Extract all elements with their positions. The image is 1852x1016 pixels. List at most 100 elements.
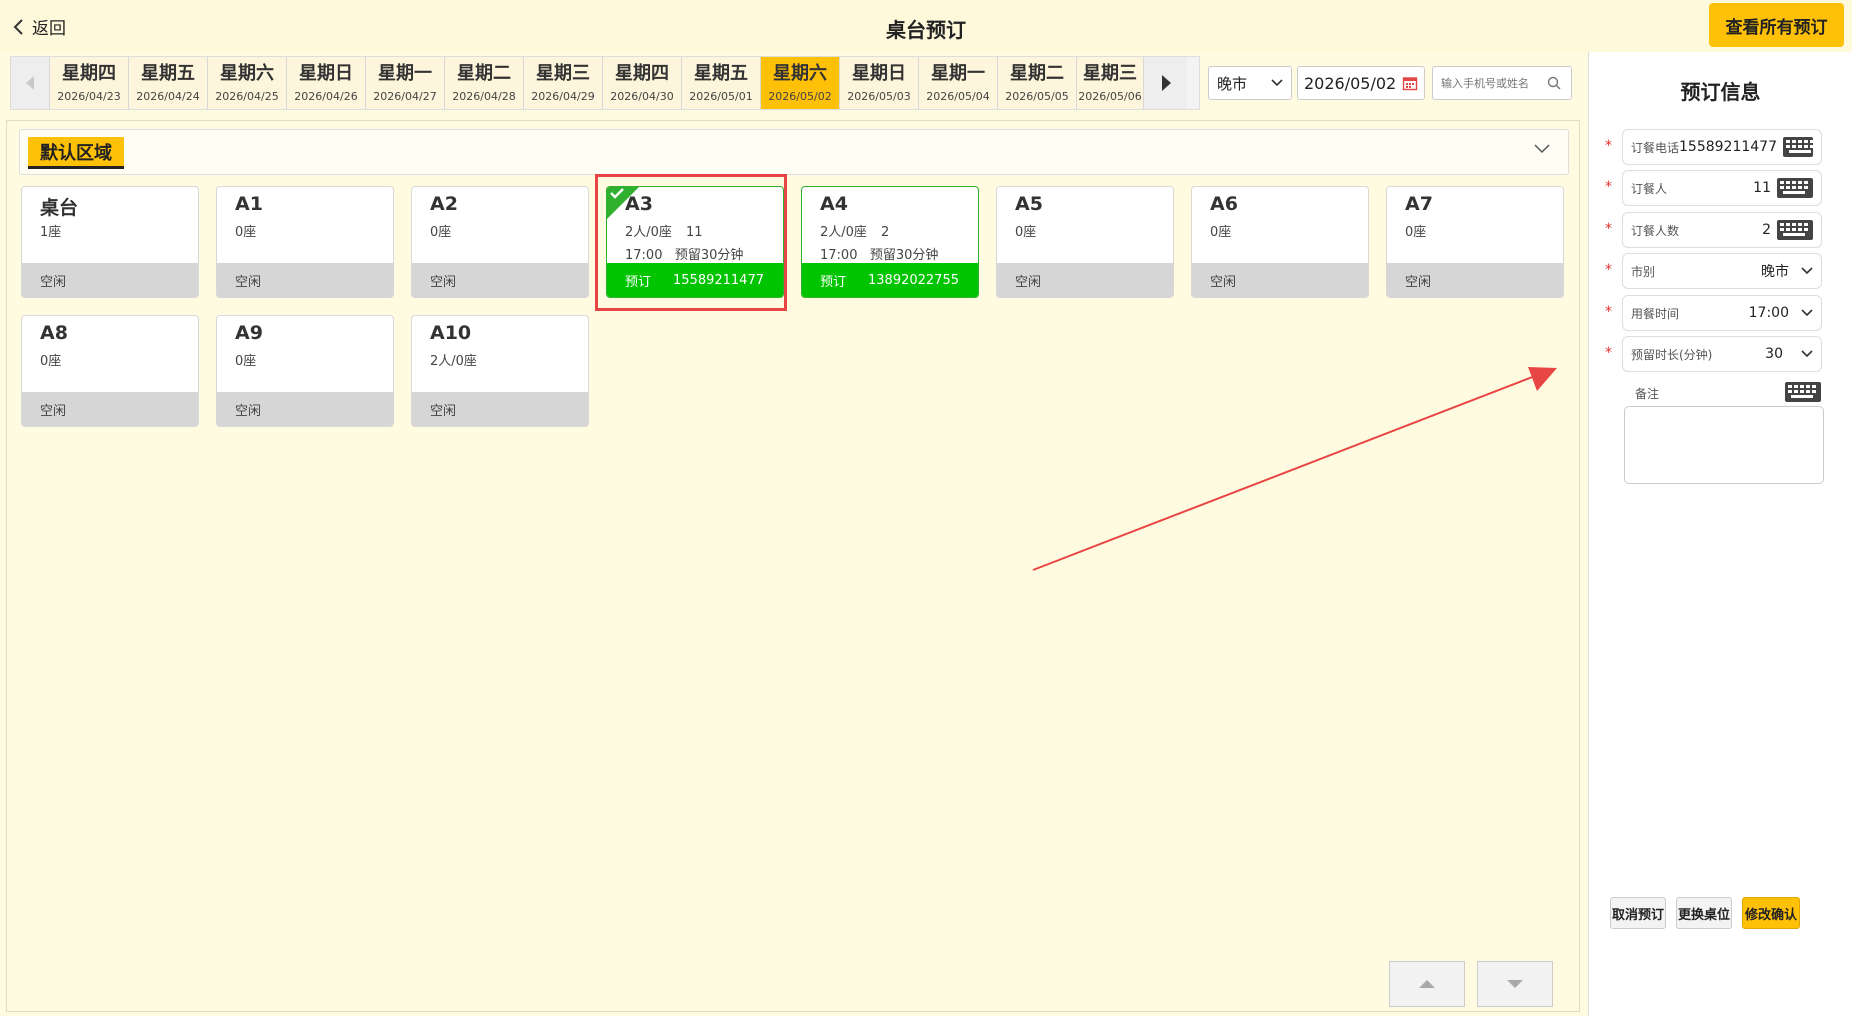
table-name: A3 <box>625 193 653 215</box>
date-tab-weekday: 星期五 <box>694 62 748 84</box>
cancel-booking-button[interactable]: 取消预订 <box>1610 897 1666 929</box>
date-tab[interactable]: 星期一 2026/04/27 <box>365 57 444 109</box>
table-name: A4 <box>820 193 848 215</box>
date-tab[interactable]: 星期五 2026/05/01 <box>681 57 760 109</box>
keyboard-icon[interactable] <box>1783 137 1814 157</box>
chevron-left-icon <box>13 18 23 35</box>
date-input[interactable]: 2026/05/02 <box>1297 66 1425 100</box>
meal-select[interactable]: 晚市 <box>1208 66 1292 100</box>
table-card[interactable]: A4 2人/0座 2 17:00 预留30分钟 预订 13892022755 <box>801 186 979 298</box>
table-card[interactable]: A9 0座 空闲 <box>216 315 394 427</box>
date-tab[interactable]: 星期五 2026/04/24 <box>128 57 207 109</box>
table-reserve: 预留30分钟 <box>674 248 744 263</box>
chevron-down-icon[interactable] <box>1534 144 1550 154</box>
table-card[interactable]: A8 0座 空闲 <box>21 315 199 427</box>
table-seats: 0座 <box>430 225 452 240</box>
date-tab[interactable]: 星期三 2026/04/29 <box>523 57 602 109</box>
date-tab-weekday: 星期六 <box>773 62 827 84</box>
table-reserve: 预留30分钟 <box>869 248 939 263</box>
note-textarea[interactable] <box>1624 406 1824 484</box>
date-tab-date: 2026/04/23 <box>57 89 121 103</box>
table-status: 空闲 <box>22 392 198 426</box>
date-tab[interactable]: 星期六 2026/04/25 <box>207 57 286 109</box>
date-tab[interactable]: 星期二 2026/05/05 <box>997 57 1076 109</box>
date-strip: 星期四 2026/04/23 星期五 2026/04/24 星期六 2026/04/2… <box>10 56 1200 110</box>
date-tab-selected[interactable]: 星期六 2026/05/02 <box>760 57 839 109</box>
next-dates-button[interactable] <box>1143 57 1187 109</box>
table-card[interactable]: A1 0座 空闲 <box>216 186 394 298</box>
date-tab-weekday: 星期日 <box>852 62 906 84</box>
table-card-selected[interactable]: A3 2人/0座 11 17:00 预留30分钟 预订 15589211477 <box>606 186 784 298</box>
search-icon[interactable] <box>1547 76 1561 90</box>
table-card[interactable]: A2 0座 空闲 <box>411 186 589 298</box>
change-table-button[interactable]: 更换桌位 <box>1676 897 1732 929</box>
date-tab-date: 2026/04/27 <box>373 89 437 103</box>
guest-count-field[interactable]: 订餐人数 2 <box>1622 212 1822 248</box>
table-card[interactable]: A6 0座 空闲 <box>1191 186 1369 298</box>
date-tab-date: 2026/05/01 <box>689 89 753 103</box>
table-card[interactable]: A5 0座 空闲 <box>996 186 1174 298</box>
table-name: A6 <box>1210 193 1238 215</box>
back-button[interactable]: 返回 <box>12 14 66 39</box>
table-status: 空闲 <box>217 263 393 297</box>
table-name: A7 <box>1405 193 1433 215</box>
guest-name-value: 11 <box>1753 180 1771 196</box>
chevron-down-icon <box>1801 350 1813 358</box>
page-title: 桌台预订 <box>886 18 966 42</box>
hold-duration-value: 30 <box>1765 346 1783 362</box>
guest-name-field[interactable]: 订餐人 11 <box>1622 170 1822 206</box>
area-tab[interactable]: 默认区域 <box>28 137 124 169</box>
table-card[interactable]: A10 2人/0座 空闲 <box>411 315 589 427</box>
date-tab[interactable]: 星期三 2026/05/06 <box>1076 57 1143 109</box>
table-area-panel: 默认区域 桌台 1座 空闲 A1 0座 空闲 A2 0座 空闲 A3 2人/0座… <box>6 120 1580 1012</box>
date-tab[interactable]: 星期四 2026/04/23 <box>49 57 128 109</box>
search-input[interactable] <box>1439 75 1547 91</box>
prev-dates-button[interactable] <box>11 57 49 109</box>
view-all-bookings-button[interactable]: 查看所有预订 <box>1709 3 1844 47</box>
date-tab[interactable]: 星期二 2026/04/28 <box>444 57 523 109</box>
guest-name-label: 订餐人 <box>1631 181 1668 196</box>
confirm-changes-button[interactable]: 修改确认 <box>1742 897 1800 929</box>
date-tab[interactable]: 星期日 2026/05/03 <box>839 57 918 109</box>
keyboard-icon[interactable] <box>1777 220 1813 240</box>
table-reservation-info: 17:00 预留30分钟 <box>820 244 938 263</box>
table-card[interactable]: A7 0座 空闲 <box>1386 186 1564 298</box>
required-mark: * <box>1605 262 1612 278</box>
table-seats: 0座 <box>1405 225 1427 240</box>
keyboard-icon[interactable] <box>1777 178 1813 198</box>
dining-time-select[interactable]: 用餐时间 17:00 <box>1622 295 1822 331</box>
table-card[interactable]: 桌台 1座 空闲 <box>21 186 199 298</box>
booking-info-panel: 预订信息 * 订餐电话 15589211477 * 订餐人 11 * 订餐人数 … <box>1588 52 1852 1016</box>
date-tab-weekday: 星期日 <box>299 62 353 84</box>
page-down-button[interactable] <box>1477 961 1553 1007</box>
table-name: 桌台 <box>40 197 79 219</box>
hold-duration-select[interactable]: 预留时长(分钟) 30 <box>1622 336 1822 372</box>
table-name: A5 <box>1015 193 1043 215</box>
dining-time-label: 用餐时间 <box>1631 306 1680 321</box>
table-seats-value: 2人/0座 <box>820 225 867 240</box>
check-icon <box>610 188 624 199</box>
page-up-button[interactable] <box>1389 961 1465 1007</box>
table-seats: 0座 <box>235 225 257 240</box>
phone-field[interactable]: 订餐电话 15589211477 <box>1622 129 1822 165</box>
table-seats: 0座 <box>235 354 257 369</box>
date-tab[interactable]: 星期一 2026/05/04 <box>918 57 997 109</box>
required-mark: * <box>1605 304 1612 320</box>
hold-duration-label: 预留时长(分钟) <box>1631 347 1713 362</box>
date-tab-date: 2026/05/03 <box>847 89 911 103</box>
date-tab[interactable]: 星期日 2026/04/26 <box>286 57 365 109</box>
area-header[interactable]: 默认区域 <box>19 129 1569 175</box>
table-status: 空闲 <box>412 263 588 297</box>
keyboard-icon[interactable] <box>1785 382 1821 402</box>
date-tab-weekday: 星期一 <box>378 62 432 84</box>
table-status: 空闲 <box>1387 263 1563 297</box>
table-seats: 2人/0座 11 <box>625 221 702 240</box>
table-status-label: 预订 <box>820 274 847 290</box>
meal-period-select[interactable]: 市别 晚市 <box>1622 253 1822 289</box>
guest-count-value: 2 <box>1762 222 1771 238</box>
date-tab[interactable]: 星期四 2026/04/30 <box>602 57 681 109</box>
date-tab-weekday: 星期四 <box>62 62 116 84</box>
search-box[interactable] <box>1432 66 1572 100</box>
calendar-icon[interactable] <box>1402 75 1418 91</box>
table-name: A10 <box>430 322 472 344</box>
